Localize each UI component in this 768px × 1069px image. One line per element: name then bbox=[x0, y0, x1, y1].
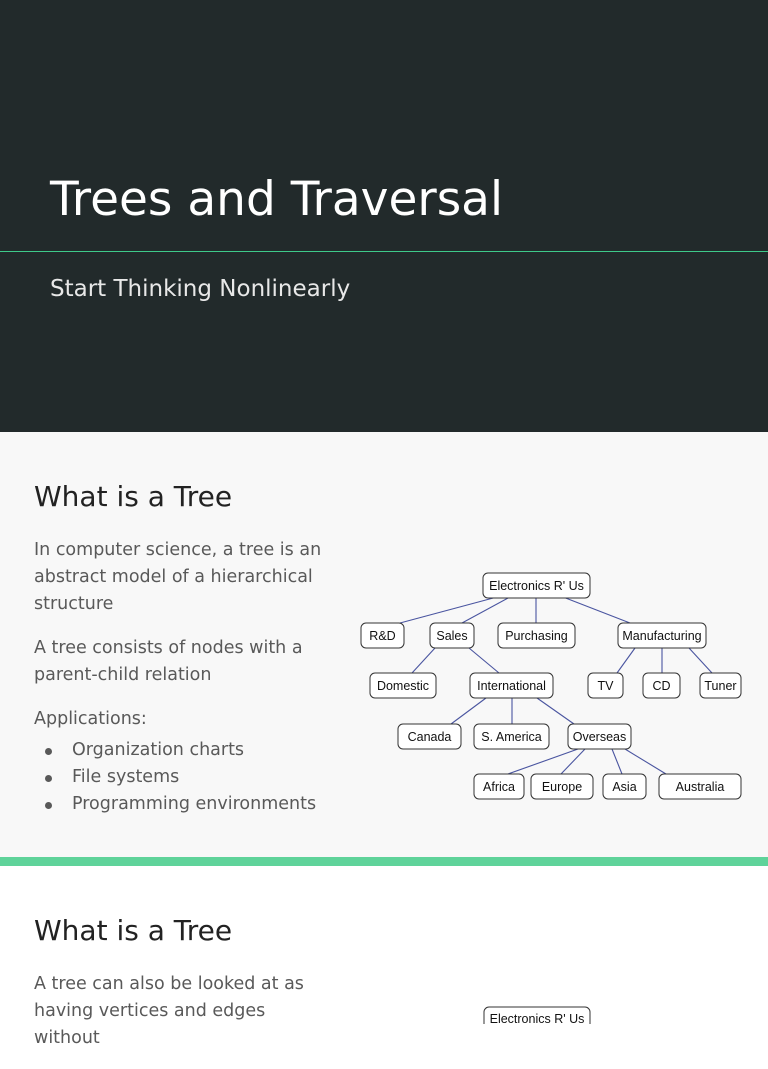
tree-node: Sales bbox=[429, 622, 475, 649]
tree-node: Australia bbox=[658, 773, 742, 800]
node-label: S. America bbox=[481, 730, 541, 744]
edge bbox=[611, 748, 623, 775]
org-tree-diagram: Electronics R' Us R&D Sales Purchasing Manuf… bbox=[360, 572, 742, 800]
edge bbox=[468, 647, 500, 674]
node-label: Sales bbox=[436, 629, 467, 643]
edge bbox=[616, 647, 636, 674]
edge bbox=[450, 697, 487, 725]
tree-nodes: Electronics R' Us R&D Sales Purchasing Manuf… bbox=[360, 572, 742, 800]
tree-diagram-partial: Electronics R' Us bbox=[483, 1006, 591, 1024]
node-label: Asia bbox=[612, 780, 636, 794]
edge bbox=[536, 697, 575, 725]
node-label: Electronics R' Us bbox=[490, 1012, 585, 1024]
tree-node: S. America bbox=[473, 723, 550, 750]
edge bbox=[411, 647, 436, 674]
tree-node: Domestic bbox=[369, 672, 437, 699]
tree-node: Tuner bbox=[699, 672, 742, 699]
tree-node: R&D bbox=[360, 622, 405, 649]
tree-node: Manufacturing bbox=[617, 622, 707, 649]
node-label: Africa bbox=[483, 780, 515, 794]
tree-node: Canada bbox=[397, 723, 462, 750]
tree-node: Electronics R' Us bbox=[482, 572, 591, 599]
tree-node: Electronics R' Us bbox=[483, 1006, 591, 1024]
tree-node: Europe bbox=[530, 773, 594, 800]
what-is-a-tree-slide-2: What is a Tree A tree can also be looked… bbox=[0, 866, 768, 1048]
tree-node: Overseas bbox=[567, 723, 632, 750]
node-label: CD bbox=[652, 679, 670, 693]
node-label: TV bbox=[598, 679, 615, 693]
node-label: International bbox=[477, 679, 546, 693]
edge bbox=[688, 647, 713, 674]
tree-node: CD bbox=[642, 672, 681, 699]
tree-node: International bbox=[469, 672, 554, 699]
node-label: Tuner bbox=[704, 679, 736, 693]
slide-separator bbox=[0, 857, 768, 866]
node-label: Electronics R' Us bbox=[489, 579, 584, 593]
node-label: Manufacturing bbox=[622, 629, 701, 643]
edge bbox=[560, 748, 586, 775]
tree-node: Africa bbox=[473, 773, 525, 800]
node-label: Europe bbox=[542, 780, 582, 794]
node-label: Australia bbox=[676, 780, 725, 794]
node-label: Overseas bbox=[573, 730, 627, 744]
edge bbox=[562, 596, 631, 624]
tree-node: Purchasing bbox=[497, 622, 576, 649]
edge bbox=[507, 748, 579, 775]
edge bbox=[461, 596, 511, 624]
edge bbox=[399, 596, 498, 624]
node-label: R&D bbox=[369, 629, 395, 643]
tree-node: TV bbox=[587, 672, 624, 699]
tree-node: Asia bbox=[602, 773, 647, 800]
node-label: Domestic bbox=[377, 679, 429, 693]
node-label: Purchasing bbox=[505, 629, 568, 643]
node-label: Canada bbox=[408, 730, 452, 744]
edge bbox=[624, 748, 667, 775]
